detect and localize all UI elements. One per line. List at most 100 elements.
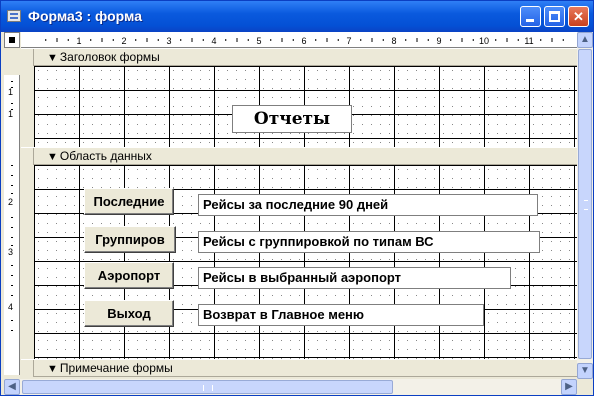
arrow-down-icon: ▼ xyxy=(580,365,590,376)
btn-grouping[interactable]: Группиров xyxy=(84,226,176,253)
ruler-tick xyxy=(11,185,13,186)
scroll-right-button[interactable]: ▶ xyxy=(561,379,577,395)
ruler-number: 3 xyxy=(8,247,13,257)
btn-airport[interactable]: Аэропорт xyxy=(84,262,174,289)
ruler-tick xyxy=(562,39,564,41)
vertical-scroll-thumb[interactable] xyxy=(578,49,592,359)
ruler-tick xyxy=(11,217,13,218)
ruler-tick xyxy=(45,39,47,41)
ruler-tick xyxy=(101,38,103,42)
ruler-tick xyxy=(517,39,519,41)
form-window-icon[interactable] xyxy=(7,10,21,22)
ruler-tick xyxy=(360,39,362,41)
horizontal-scrollbar[interactable]: ◀ ▶ xyxy=(4,379,577,395)
ruler-tick xyxy=(11,237,13,238)
section-selector[interactable] xyxy=(21,360,34,377)
ruler-tick xyxy=(225,39,227,41)
ruler-tick xyxy=(461,38,463,42)
window-title: Форма3 : форма xyxy=(28,8,142,24)
vertical-ruler-ticks: 1 1 2 3 4 xyxy=(8,81,13,331)
arrow-down-icon: ▼ xyxy=(47,363,58,375)
arrow-down-icon: ▼ xyxy=(47,52,58,64)
ruler-tick xyxy=(112,39,114,41)
section-bar-footer[interactable]: ▼ Примечание формы xyxy=(21,359,577,377)
vertical-ruler[interactable]: 1 1 2 3 4 xyxy=(4,75,20,375)
ruler-number: 4 xyxy=(211,36,216,46)
maximize-button[interactable] xyxy=(544,6,565,27)
section-bar-header[interactable]: ▼ Заголовок формы xyxy=(21,48,577,66)
horizontal-ruler[interactable]: 1 2 3 4 5 6 7 8 9 10 11 xyxy=(21,32,577,48)
thumb-grip-icon xyxy=(203,385,213,391)
ruler-tick xyxy=(270,39,272,41)
desc-latest[interactable]: Рейсы за последние 90 дней xyxy=(198,194,538,216)
scroll-left-button[interactable]: ◀ xyxy=(4,379,20,395)
title-bar[interactable]: Форма3 : форма ✕ xyxy=(1,1,593,32)
ruler-number: 3 xyxy=(166,36,171,46)
ruler-number: 1 xyxy=(8,87,13,97)
ruler-tick xyxy=(180,39,182,41)
ruler-tick xyxy=(56,38,58,42)
btn-exit[interactable]: Выход xyxy=(84,300,174,327)
scroll-down-button[interactable]: ▼ xyxy=(577,363,593,379)
desc-grouping[interactable]: Рейсы с группировкой по типам ВС xyxy=(198,231,540,253)
ruler-tick xyxy=(450,39,452,41)
ruler-tick xyxy=(326,38,328,42)
ruler-number: 9 xyxy=(436,36,441,46)
ruler-tick xyxy=(371,38,373,42)
minimize-button[interactable] xyxy=(520,6,541,27)
ruler-number: 7 xyxy=(346,36,351,46)
ruler-tick xyxy=(157,39,159,41)
ruler-tick xyxy=(146,38,148,42)
thumb-grip-icon xyxy=(584,200,588,210)
ruler-number: 2 xyxy=(121,36,126,46)
ruler-tick xyxy=(247,39,249,41)
form-title-label[interactable]: Отчеты xyxy=(232,105,352,133)
ruler-number: 2 xyxy=(8,197,13,207)
ruler-number: 11 xyxy=(524,36,533,46)
ruler-tick xyxy=(202,39,204,41)
form-selector-icon xyxy=(9,37,15,43)
ruler-tick xyxy=(11,275,13,276)
ruler-tick xyxy=(540,39,542,41)
section-bar-detail[interactable]: ▼ Область данных xyxy=(21,147,577,165)
ruler-tick xyxy=(67,39,69,41)
horizontal-scroll-thumb[interactable] xyxy=(22,380,393,394)
ruler-tick xyxy=(11,193,13,194)
section-header-label: Заголовок формы xyxy=(59,50,160,64)
scroll-up-button[interactable]: ▲ xyxy=(577,32,593,48)
vertical-scrollbar[interactable]: ▲ ▼ xyxy=(577,32,593,379)
ruler-tick xyxy=(506,38,508,42)
ruler-tick xyxy=(11,227,13,228)
ruler-tick xyxy=(11,81,13,82)
ruler-tick xyxy=(11,175,13,176)
section-detail-label: Область данных xyxy=(59,149,152,163)
ruler-tick xyxy=(135,39,137,41)
arrow-up-icon: ▲ xyxy=(580,34,590,45)
desc-exit[interactable]: Возврат в Главное меню xyxy=(198,304,484,326)
section-selector[interactable] xyxy=(21,148,34,165)
ruler-tick xyxy=(11,320,13,321)
arrow-left-icon: ◀ xyxy=(8,381,16,392)
close-button[interactable]: ✕ xyxy=(568,6,589,27)
ruler-tick xyxy=(382,39,384,41)
ruler-tick xyxy=(11,285,13,286)
ruler-number: 1 xyxy=(8,109,13,119)
ruler-tick xyxy=(11,103,13,104)
ruler-tick xyxy=(337,39,339,41)
ruler-tick xyxy=(90,39,92,41)
form-design-window: Форма3 : форма ✕ 1 2 3 4 5 6 7 8 9 10 11 11234 ▼ За… xyxy=(0,0,594,396)
maximize-icon xyxy=(549,11,560,22)
minimize-icon xyxy=(526,19,534,22)
ruler-tick xyxy=(11,109,13,110)
btn-latest[interactable]: Последние xyxy=(84,188,174,215)
ruler-tick xyxy=(191,38,193,42)
design-canvas: ▼ Заголовок формы Отчеты ▼ Область данных … xyxy=(21,48,577,379)
ruler-tick xyxy=(292,39,294,41)
form-selector[interactable] xyxy=(4,32,20,48)
desc-airport[interactable]: Рейсы в выбранный аэропорт xyxy=(198,267,511,289)
section-selector[interactable] xyxy=(21,49,34,66)
section-footer-label: Примечание формы xyxy=(59,361,173,375)
ruler-tick xyxy=(315,39,317,41)
ruler-tick xyxy=(11,87,13,88)
ruler-number: 6 xyxy=(301,36,306,46)
